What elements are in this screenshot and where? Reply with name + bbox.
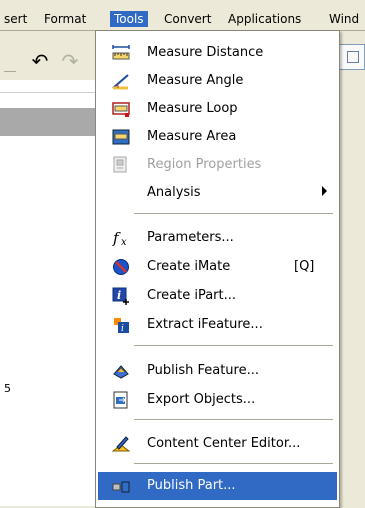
- menu-separator: [134, 213, 333, 214]
- no-entry-icon: [112, 258, 130, 276]
- menu-item-publish-part[interactable]: Publish Part...: [98, 472, 337, 500]
- menu-convert-label: Convert: [164, 12, 212, 26]
- menu-window-label: Wind: [329, 12, 360, 26]
- publish-feature-icon: [112, 362, 130, 380]
- menu-insert[interactable]: sert: [0, 11, 31, 27]
- ifeature-icon: i: [112, 316, 130, 334]
- menu-item-analysis[interactable]: Analysis: [98, 179, 337, 207]
- menu-item-create-ipart[interactable]: i Create iPart...: [98, 282, 337, 310]
- region-properties-icon: [112, 156, 130, 174]
- menu-item-label: Publish Part...: [147, 478, 236, 493]
- redo-icon[interactable]: ↷: [57, 50, 83, 72]
- menu-item-measure-area[interactable]: Measure Area: [98, 123, 337, 151]
- menu-item-label: Analysis: [147, 185, 201, 200]
- menu-item-label: Publish Feature...: [147, 363, 259, 378]
- publish-part-icon: [112, 477, 130, 495]
- export-objects-icon: [112, 391, 130, 409]
- menu-item-label: Parameters...: [147, 230, 234, 245]
- menu-item-content-center-editor[interactable]: Content Center Editor...: [98, 430, 337, 458]
- toolbar-window-icon[interactable]: [339, 44, 365, 70]
- menu-bar: sert Format Tools Convert Applications W…: [0, 0, 365, 30]
- menu-item-measure-angle[interactable]: Measure Angle: [98, 67, 337, 95]
- menu-item-label: Measure Loop: [147, 101, 238, 116]
- submenu-arrow-icon: [322, 186, 327, 196]
- menu-item-label: Content Center Editor...: [147, 436, 301, 451]
- menu-applications[interactable]: Applications: [224, 11, 305, 27]
- svg-text:x: x: [121, 237, 127, 247]
- menu-item-label: Measure Angle: [147, 73, 244, 88]
- menu-item-region-properties[interactable]: Region Properties: [98, 151, 337, 179]
- svg-text:i: i: [121, 324, 124, 334]
- measure-loop-icon: [112, 100, 130, 118]
- menu-item-measure-distance[interactable]: Measure Distance: [98, 39, 337, 67]
- menu-window[interactable]: Wind: [325, 11, 363, 27]
- menu-item-measure-loop[interactable]: Measure Loop: [98, 95, 337, 123]
- menu-separator: [134, 463, 333, 464]
- menu-item-export-objects[interactable]: Export Objects...: [98, 386, 337, 414]
- menu-tools-label: Tools: [114, 12, 144, 26]
- measure-distance-icon: [112, 44, 130, 62]
- menu-item-label: Create iPart...: [147, 288, 237, 303]
- svg-text:f: f: [112, 229, 121, 247]
- svg-text:i: i: [117, 289, 121, 302]
- menu-item-label: Measure Distance: [147, 45, 264, 60]
- menu-item-publish-feature[interactable]: Publish Feature...: [98, 357, 337, 385]
- menu-separator: [134, 419, 333, 420]
- menu-item-label: Create iMate: [147, 259, 231, 274]
- panel-value: 5: [4, 382, 11, 395]
- toolbar-divider: [4, 71, 16, 72]
- menu-insert-label: sert: [4, 12, 28, 26]
- measure-area-icon: [112, 128, 130, 146]
- menu-item-label: Measure Area: [147, 129, 237, 144]
- menu-format-label: Format: [44, 12, 87, 26]
- menu-item-shortcut: [Q]: [294, 259, 315, 274]
- ipart-icon: i: [112, 287, 130, 305]
- menu-item-label: Region Properties: [147, 157, 262, 172]
- tools-menu: Measure Distance Measure Angle Measure L…: [95, 30, 340, 508]
- menu-item-create-imate[interactable]: Create iMate [Q]: [98, 253, 337, 281]
- menu-tools[interactable]: Tools: [110, 11, 148, 27]
- menu-applications-label: Applications: [228, 12, 302, 26]
- menu-item-extract-ifeature[interactable]: i Extract iFeature...: [98, 311, 337, 339]
- menu-item-label: Export Objects...: [147, 392, 256, 407]
- measure-angle-icon: [112, 72, 130, 90]
- undo-icon[interactable]: ↶: [27, 50, 53, 72]
- menu-format[interactable]: Format: [40, 11, 90, 27]
- menu-item-label: Extract iFeature...: [147, 317, 263, 332]
- menu-item-parameters[interactable]: fx Parameters...: [98, 224, 337, 252]
- menu-separator: [134, 345, 333, 346]
- fx-icon: fx: [112, 229, 130, 248]
- content-center-icon: [111, 435, 131, 453]
- menu-convert[interactable]: Convert: [160, 11, 215, 27]
